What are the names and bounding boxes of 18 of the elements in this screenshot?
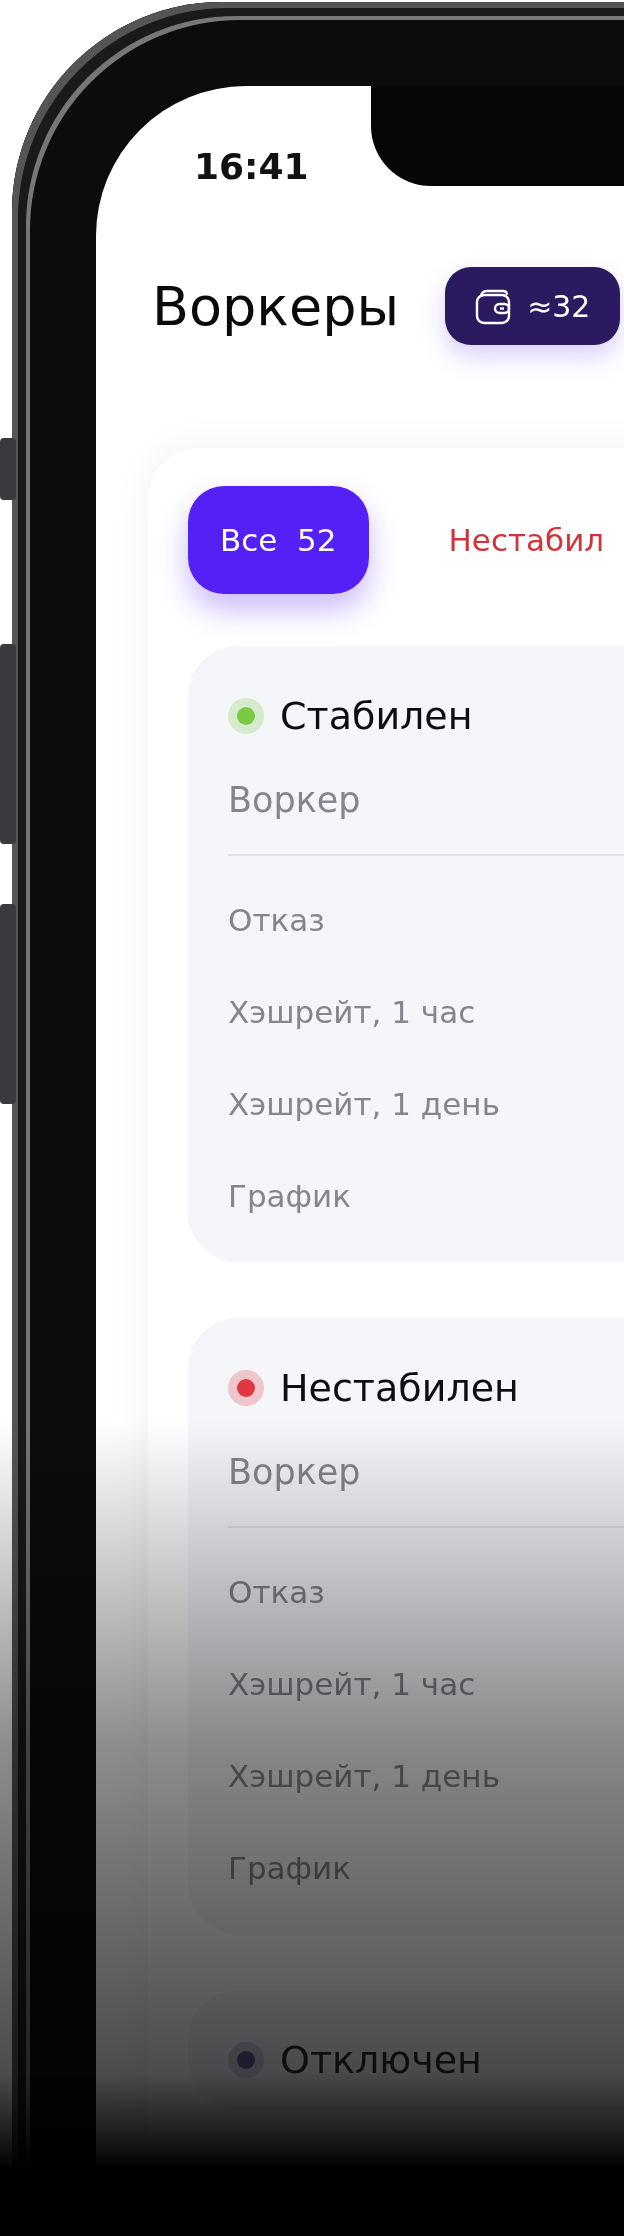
filter-tab[interactable]: Нестабил <box>448 486 605 594</box>
metric-label: Отказ <box>228 901 325 940</box>
filter-tab[interactable]: Все 52 <box>188 486 369 594</box>
metric-label: Хэшрейт, 1 час <box>228 1665 476 1704</box>
status-time: 16:41 <box>194 145 309 187</box>
worker-label: Воркер <box>228 1451 361 1494</box>
page-title: Воркеры <box>152 274 400 338</box>
worker-status: Отключен <box>280 2038 482 2082</box>
worker-label: Воркер <box>228 779 361 822</box>
balance-value: ≈32 <box>527 288 591 324</box>
worker-status: Стабилен <box>280 694 473 738</box>
metric-label: Хэшрейт, 1 день <box>228 1085 500 1124</box>
metric-label: Хэшрейт, 1 час <box>228 993 476 1032</box>
metric-label: Хэшрейт, 1 день <box>228 1757 500 1796</box>
worker-status: Нестабилен <box>280 1366 519 1410</box>
metric-label: Отказ <box>228 1573 325 1612</box>
balance-badge[interactable]: ≈32 <box>445 267 621 345</box>
metric-label: График <box>228 1177 351 1216</box>
